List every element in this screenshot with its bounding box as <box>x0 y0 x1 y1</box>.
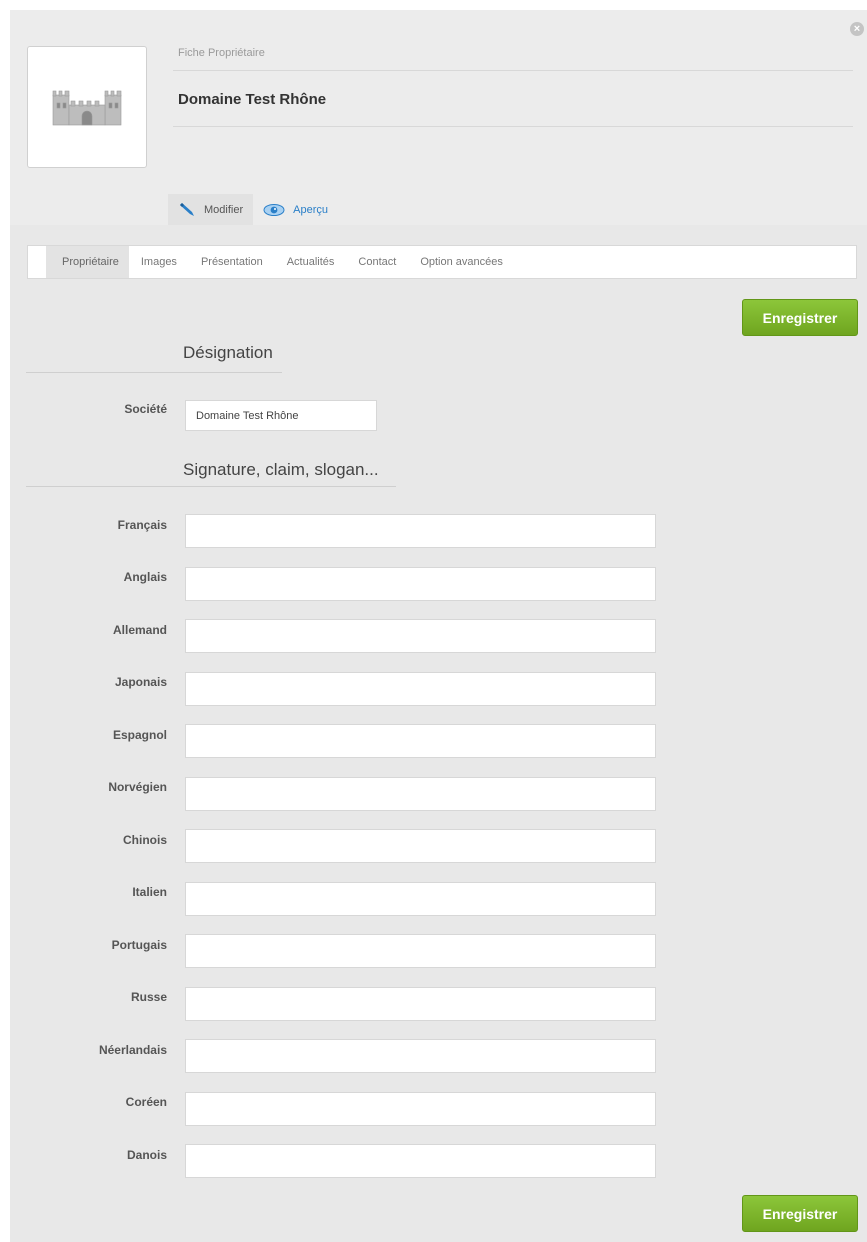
slogan-input-italien[interactable] <box>185 882 656 916</box>
nav-item-presentation[interactable]: Présentation <box>189 246 275 278</box>
field-label-neerlandais: Néerlandais <box>98 1043 167 1057</box>
pencil-icon <box>180 202 194 216</box>
field-label-francais: Français <box>117 518 167 532</box>
nav-item-options[interactable]: Option avancées <box>408 246 515 278</box>
slogan-input-anglais[interactable] <box>185 567 656 601</box>
slogan-input-francais[interactable] <box>185 514 656 548</box>
slogan-input-norvegien[interactable] <box>185 777 656 811</box>
tab-apercu-label: Aperçu <box>293 203 328 216</box>
page-title: Domaine Test Rhône <box>178 91 327 108</box>
field-label-coreen: Coréen <box>125 1095 167 1109</box>
signature-title: Signature, claim, slogan... <box>183 460 379 479</box>
field-label-chinois: Chinois <box>123 833 167 847</box>
nav-item-images[interactable]: Images <box>129 246 189 278</box>
slogan-input-allemand[interactable] <box>185 619 656 653</box>
owner-header: × Fiche Propriétaire Domaine Test Rhône <box>10 10 867 225</box>
header-divider <box>173 70 853 71</box>
save-button-top[interactable]: Enregistrer <box>742 299 858 336</box>
header-divider <box>173 126 853 127</box>
slogan-input-chinois[interactable] <box>185 829 656 863</box>
slogan-input-danois[interactable] <box>185 1144 656 1178</box>
owner-panel: × Fiche Propriétaire Domaine Test Rhône <box>10 10 867 1242</box>
breadcrumb: Fiche Propriétaire <box>178 47 265 59</box>
company-input[interactable] <box>185 400 377 431</box>
field-label-portugais: Portugais <box>111 938 167 952</box>
tab-modifier[interactable]: Modifier <box>168 194 254 225</box>
close-icon[interactable]: × <box>850 22 864 36</box>
designation-title: Désignation <box>183 343 273 362</box>
eye-icon <box>263 203 285 216</box>
castle-icon <box>52 90 122 126</box>
slogan-input-espagnol[interactable] <box>185 724 656 758</box>
field-label-italien: Italien <box>132 885 167 899</box>
save-button-bottom[interactable]: Enregistrer <box>742 1195 858 1232</box>
field-label-russe: Russe <box>130 990 167 1004</box>
field-label-allemand: Allemand <box>112 623 167 637</box>
slogan-input-russe[interactable] <box>185 987 656 1021</box>
slogan-input-coreen[interactable] <box>185 1092 656 1126</box>
field-label-espagnol: Espagnol <box>112 728 167 742</box>
field-label-japonais: Japonais <box>114 675 167 689</box>
field-label-anglais: Anglais <box>123 570 167 584</box>
nav-item-actualites[interactable]: Actualités <box>275 246 347 278</box>
slogan-input-japonais[interactable] <box>185 672 656 706</box>
field-label-norvegien: Norvégien <box>108 780 167 794</box>
mode-tabs: Modifier Aperçu <box>168 194 338 225</box>
owner-logo[interactable] <box>27 46 147 168</box>
nav-item-contact[interactable]: Contact <box>346 246 408 278</box>
section-divider <box>26 372 282 373</box>
tab-apercu[interactable]: Aperçu <box>253 194 338 225</box>
slogan-input-portugais[interactable] <box>185 934 656 968</box>
slogan-input-neerlandais[interactable] <box>185 1039 656 1073</box>
tab-modifier-label: Modifier <box>204 203 244 216</box>
field-label-danois: Danois <box>126 1148 167 1162</box>
nav-item-proprietaire[interactable]: Propriétaire <box>46 246 129 278</box>
section-divider <box>26 486 396 487</box>
section-nav: Propriétaire Images Présentation Actuali… <box>27 245 857 279</box>
company-label: Société <box>124 402 167 416</box>
